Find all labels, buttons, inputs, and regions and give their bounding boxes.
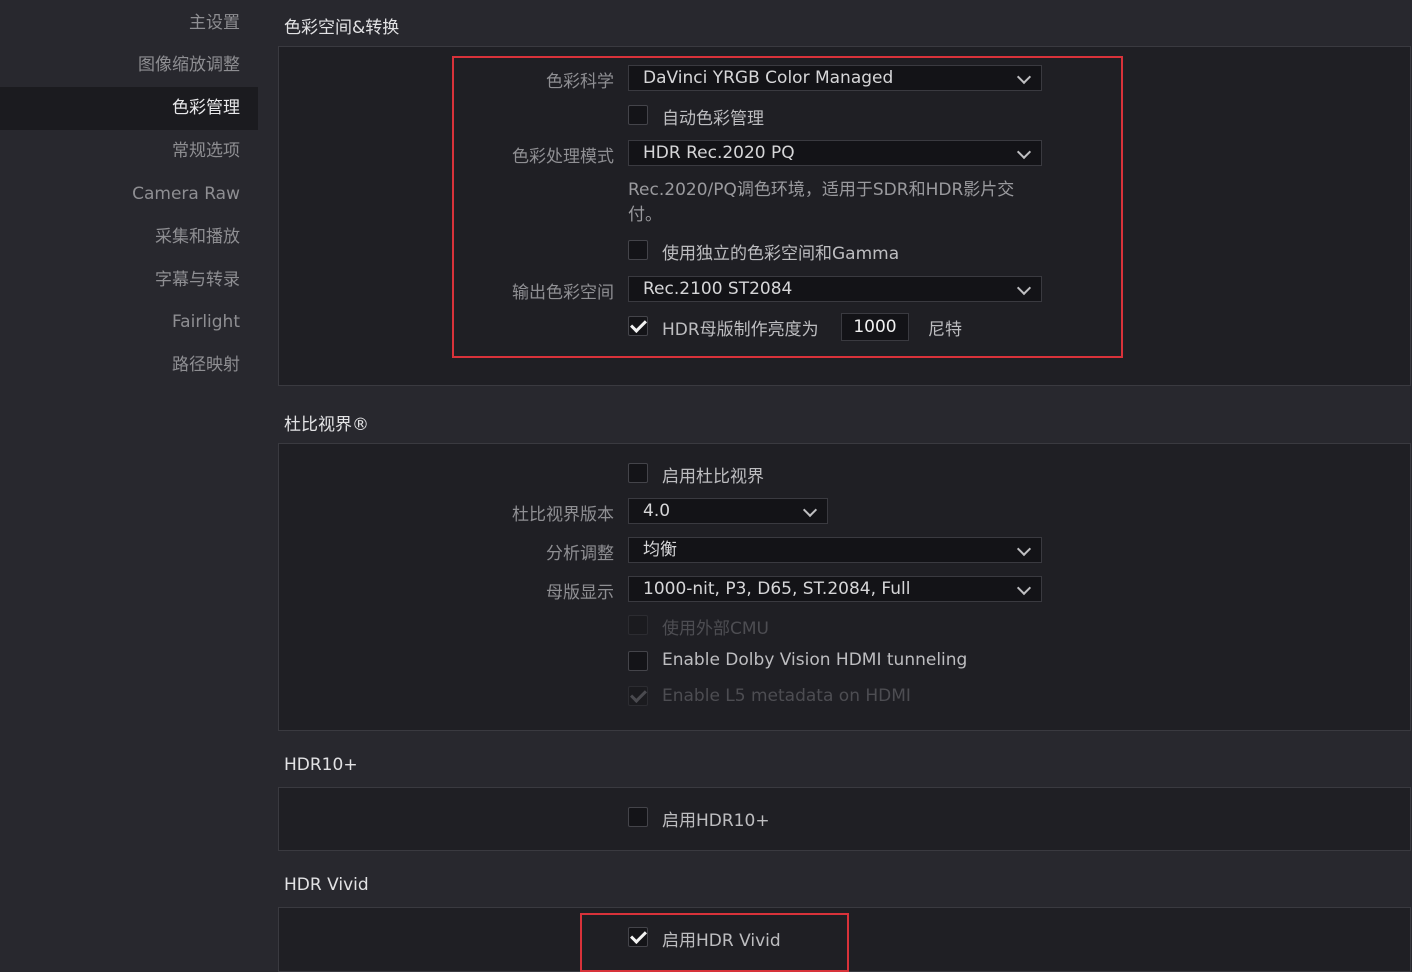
hdr10plus-panel	[278, 787, 1411, 851]
sidebar-item-color-management[interactable]: 色彩管理	[0, 87, 240, 129]
master-display-value: 1000-nit, P3, D65, ST.2084, Full	[643, 579, 911, 599]
section-title-dolby-vision: 杜比视界®	[284, 415, 369, 435]
sidebar-item-path-mapping[interactable]: 路径映射	[0, 344, 240, 386]
chevron-down-icon	[802, 502, 818, 518]
enable-dolby-vision-label: 启用杜比视界	[662, 467, 764, 487]
highlight-box-hdr-vivid	[580, 913, 849, 972]
sidebar-item-general-options[interactable]: 常规选项	[0, 130, 240, 172]
external-cmu-label: 使用外部CMU	[662, 619, 769, 639]
master-display-label: 母版显示	[546, 583, 614, 603]
dolby-hdmi-tunneling-label: Enable Dolby Vision HDMI tunneling	[662, 650, 968, 670]
section-title-hdr-vivid: HDR Vivid	[284, 875, 369, 895]
l5-metadata-checkbox[interactable]	[628, 686, 648, 706]
analysis-tuning-value: 均衡	[643, 540, 677, 560]
section-title-color-space: 色彩空间&转换	[284, 18, 400, 38]
sidebar-item-subtitles[interactable]: 字幕与转录	[0, 259, 240, 301]
chevron-down-icon	[1016, 580, 1032, 596]
dolby-version-label: 杜比视界版本	[512, 505, 614, 525]
section-title-hdr10plus: HDR10+	[284, 755, 358, 775]
chevron-down-icon	[1016, 541, 1032, 557]
sidebar-item-main-settings[interactable]: 主设置	[0, 2, 240, 44]
dolby-version-value: 4.0	[643, 501, 671, 521]
dolby-hdmi-tunneling-checkbox[interactable]	[628, 651, 648, 671]
master-display-dropdown[interactable]: 1000-nit, P3, D65, ST.2084, Full	[628, 576, 1042, 602]
sidebar-item-capture-playback[interactable]: 采集和播放	[0, 216, 240, 258]
sidebar-item-image-scaling[interactable]: 图像缩放调整	[0, 44, 240, 86]
l5-metadata-label: Enable L5 metadata on HDMI	[662, 686, 911, 706]
external-cmu-checkbox[interactable]	[628, 615, 648, 635]
highlight-box-color-space	[452, 56, 1123, 358]
sidebar-item-camera-raw[interactable]: Camera Raw	[0, 173, 240, 215]
dolby-version-dropdown[interactable]: 4.0	[628, 498, 828, 524]
enable-hdr10plus-checkbox[interactable]	[628, 807, 648, 827]
sidebar-item-fairlight[interactable]: Fairlight	[0, 301, 240, 343]
sidebar: 主设置 图像缩放调整 色彩管理 常规选项 Camera Raw 采集和播放 字幕…	[0, 0, 258, 972]
enable-hdr10plus-label: 启用HDR10+	[662, 811, 770, 831]
enable-dolby-vision-checkbox[interactable]	[628, 463, 648, 483]
analysis-tuning-label: 分析调整	[546, 544, 614, 564]
analysis-tuning-dropdown[interactable]: 均衡	[628, 537, 1042, 563]
